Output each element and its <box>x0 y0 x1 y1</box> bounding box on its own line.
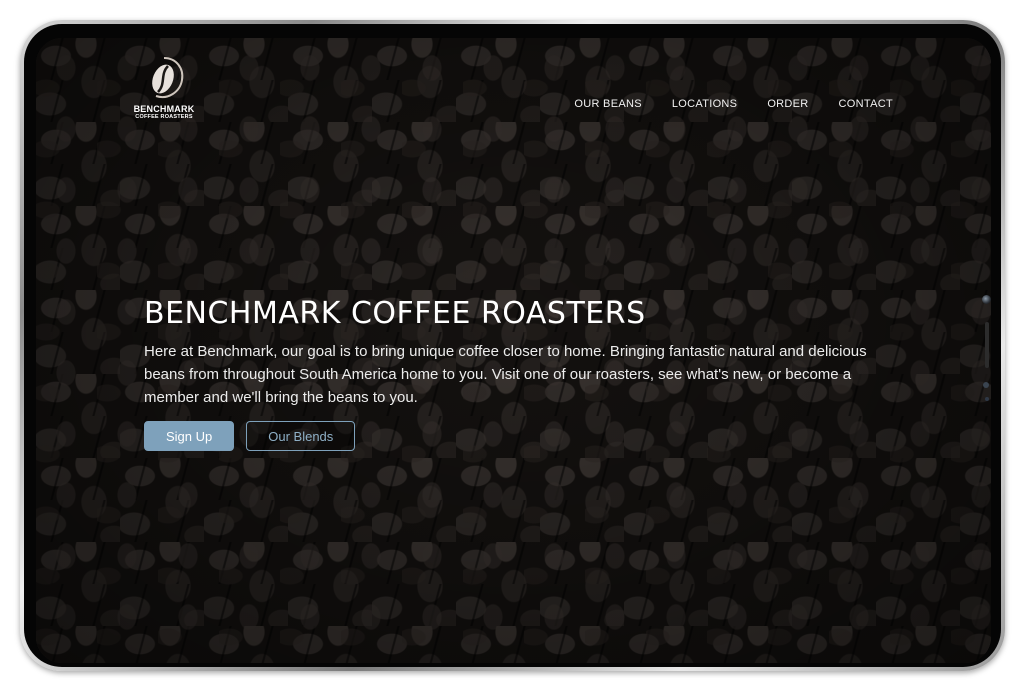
hero-buttons: Sign Up Our Blends <box>144 421 356 451</box>
brand-tagline: COFFEE ROASTERS <box>135 114 193 120</box>
coffee-bean-icon <box>152 57 184 98</box>
nav-item-our-beans[interactable]: OUR BEANS <box>574 98 642 110</box>
sign-up-button[interactable]: Sign Up <box>144 421 235 451</box>
hero-section: BENCHMARK COFFEE ROASTERS Here at Benchm… <box>144 294 904 409</box>
hero-title: BENCHMARK COFFEE ROASTERS <box>144 296 646 331</box>
tablet-frame: BENCHMARK COFFEE ROASTERS OUR BEANS LOCA… <box>20 20 1005 671</box>
our-blends-button[interactable]: Our Blends <box>246 421 356 451</box>
main-navigation: OUR BEANS LOCATIONS ORDER CONTACT <box>574 98 893 110</box>
brand-name: BENCHMARK <box>133 104 195 114</box>
tablet-bezel: BENCHMARK COFFEE ROASTERS OUR BEANS LOCA… <box>24 24 1001 667</box>
camera-icon <box>982 295 991 304</box>
sensor-dot <box>983 382 989 388</box>
hero-description: Here at Benchmark, our goal is to bring … <box>144 343 867 406</box>
camera-sensor-bar <box>985 322 989 368</box>
nav-item-locations[interactable]: LOCATIONS <box>672 98 737 110</box>
website-screen: BENCHMARK COFFEE ROASTERS OUR BEANS LOCA… <box>36 38 991 663</box>
sensor-dot-small <box>985 397 989 401</box>
brand-logo[interactable]: BENCHMARK COFFEE ROASTERS <box>128 54 200 121</box>
nav-item-order[interactable]: ORDER <box>767 98 808 110</box>
nav-item-contact[interactable]: CONTACT <box>839 98 893 110</box>
